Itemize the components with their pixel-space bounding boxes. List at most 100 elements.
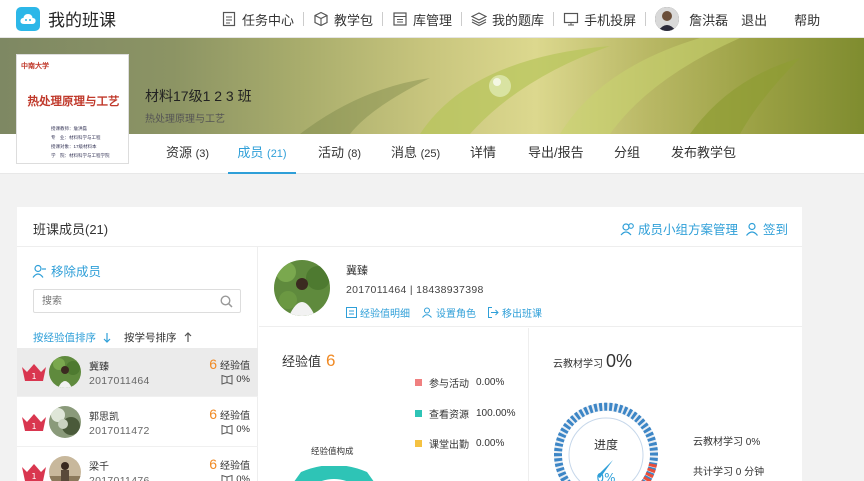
banner-leaf-image [300, 38, 800, 134]
tab-label: 资源 [166, 145, 193, 160]
rank-number: 1 [31, 422, 36, 431]
tab-export-report[interactable]: 导出/报告 [528, 134, 584, 174]
nav-library-label: 库管理 [413, 12, 453, 28]
legend-swatch [415, 440, 422, 447]
member-search [33, 289, 241, 313]
search-icon[interactable] [220, 295, 233, 308]
nav-mirror[interactable]: 手机投屏 [563, 10, 636, 29]
exp-value: 6 [326, 351, 336, 370]
profile-actions: 经验值明细 设置角色 移出班课 [346, 305, 542, 320]
sort-by-id[interactable]: 按学号排序 [124, 330, 193, 345]
cloud-logo-icon [16, 6, 40, 31]
cover-line: 授课对象：17级材料本 [51, 144, 97, 149]
member-row[interactable]: 1 郭思凯 2017011472 6 经验值 0% [17, 398, 258, 447]
set-role-button[interactable]: 设置角色 [422, 305, 476, 320]
member-name: 冀臻 [89, 362, 109, 373]
legend-swatch [415, 410, 422, 417]
package-cube-icon [314, 11, 328, 27]
nav-library[interactable]: 库管理 [392, 10, 452, 29]
remove-member-label: 移除成员 [51, 265, 102, 279]
checkin-button[interactable]: 签到 [745, 219, 788, 238]
group-users-icon [620, 222, 634, 235]
arrow-up-icon [184, 332, 191, 342]
member-progress: 0% [221, 374, 250, 385]
member-avatar [49, 456, 81, 481]
legend-item: 课堂出勤 0.00% [415, 436, 504, 451]
sort-by-exp[interactable]: 按经验值排序 [33, 330, 112, 345]
member-name: 郭思凯 [89, 412, 119, 423]
crown-rank-icon: 1 [22, 464, 46, 481]
user-menu[interactable]: 詹洪磊 [655, 7, 728, 31]
tab-groups[interactable]: 分组 [614, 134, 640, 174]
member-list-panel: 移除成员 按经验值排序 按学号排序 1 冀臻 2017011464 6经验值 0… [17, 247, 258, 481]
app-title: 我的班课 [48, 11, 116, 30]
legend-swatch [415, 379, 422, 386]
tab-details[interactable]: 详情 [470, 134, 496, 174]
legend-label: 参与活动 [429, 379, 469, 390]
member-search-input[interactable] [42, 290, 222, 312]
tab-bar: 资源 (3) 成员 (21) 活动 (8) 消息 (25) 详情 导出/报告 分… [0, 134, 864, 174]
tab-activities[interactable]: 活动 (8) [318, 134, 361, 174]
logout-link[interactable]: 退出 [741, 10, 767, 29]
user-avatar [655, 7, 680, 31]
cloud-title: 云教材学习 [553, 359, 603, 370]
member-row[interactable]: 1 梁千 2017011476 6 经验值 0% [17, 448, 258, 481]
top-bar: 我的班课 任务中心 教学包 库管理 我的题库 手机投屏 詹洪磊 退出 帮助 [0, 0, 864, 38]
tab-publish-pack[interactable]: 发布教学包 [671, 134, 736, 174]
legend-item: 查看资源 100.00% [415, 406, 515, 421]
help-link[interactable]: 帮助 [794, 10, 820, 29]
member-progress-value: 0% [236, 374, 250, 385]
rank-number: 1 [31, 472, 36, 481]
crown-rank-icon: 1 [22, 364, 46, 381]
group-plan-button[interactable]: 成员小组方案管理 [620, 219, 738, 238]
app-logo[interactable]: 我的班课 [16, 6, 116, 31]
cover-title: 热处理原理与工艺 [27, 96, 120, 108]
member-exp-value: 6 [209, 406, 217, 422]
remove-from-class-button[interactable]: 移出班课 [488, 305, 542, 320]
arrow-down-icon [103, 333, 111, 343]
nav-task-center[interactable]: 任务中心 [221, 10, 294, 29]
group-plan-label: 成员小组方案管理 [638, 223, 739, 237]
member-progress: 0% [221, 424, 250, 435]
crown-rank-icon: 1 [22, 414, 46, 431]
course-cover: 中南大学 热处理原理与工艺 授课教师：詹洪磊 专 业：材料科学与工程 授课对象：… [16, 54, 129, 164]
member-row[interactable]: 1 冀臻 2017011464 6 经验值 0% [17, 348, 258, 397]
nav-teaching-pack-label: 教学包 [334, 12, 374, 28]
remove-user-icon [32, 264, 46, 278]
nav-my-questions[interactable]: 我的题库 [471, 10, 544, 29]
exp-detail-button[interactable]: 经验值明细 [346, 305, 410, 320]
tab-label: 成员 [237, 145, 264, 160]
member-exp-label: 经验值 [220, 361, 250, 372]
member-progress-value: 0% [236, 424, 250, 435]
rank-number: 1 [31, 372, 36, 381]
tab-messages[interactable]: 消息 (25) [391, 134, 440, 174]
cloud-textbook-panel: 云教材学习 0% 进度 0% 云教材学习 0% 共计学习 0 分钟 [530, 328, 802, 481]
exp-donut-chart [294, 466, 374, 481]
tab-resources[interactable]: 资源 (3) [166, 134, 209, 174]
divider [553, 12, 555, 26]
cloud-heading: 云教材学习 0% [553, 351, 632, 372]
tab-members[interactable]: 成员 (21) [228, 134, 296, 174]
cover-line: 学 院：材料科学与工程学院 [51, 153, 110, 158]
book-icon [221, 374, 233, 385]
tab-count: (3) [195, 148, 210, 160]
book-icon [221, 424, 233, 435]
set-role-label: 设置角色 [436, 309, 476, 320]
nav-my-questions-label: 我的题库 [492, 12, 545, 28]
tab-count: (21) [267, 148, 287, 160]
member-profile: 冀臻 2017011464 | 18438937398 经验值明细 设置角色 移… [259, 247, 802, 327]
remove-member-button[interactable]: 移除成员 [32, 261, 101, 280]
member-id: 2017011476 [89, 475, 150, 481]
remove-from-class-label: 移出班课 [502, 309, 542, 320]
profile-name: 冀臻 [346, 265, 368, 277]
user-name: 詹洪磊 [689, 12, 729, 28]
user-icon [746, 222, 758, 236]
legend-label: 课堂出勤 [429, 440, 469, 451]
legend-item: 参与活动 0.00% [415, 375, 504, 390]
exp-chart-title: 经验值构成 [311, 446, 354, 456]
nav-teaching-pack[interactable]: 教学包 [313, 10, 373, 29]
nav-task-center-label: 任务中心 [242, 12, 295, 28]
members-card: 班课成员(21) 成员小组方案管理 签到 移除成员 按经验值排序 按学号排序 [17, 207, 802, 481]
exp-heading: 经验值 6 [282, 351, 335, 371]
divider [645, 12, 647, 26]
